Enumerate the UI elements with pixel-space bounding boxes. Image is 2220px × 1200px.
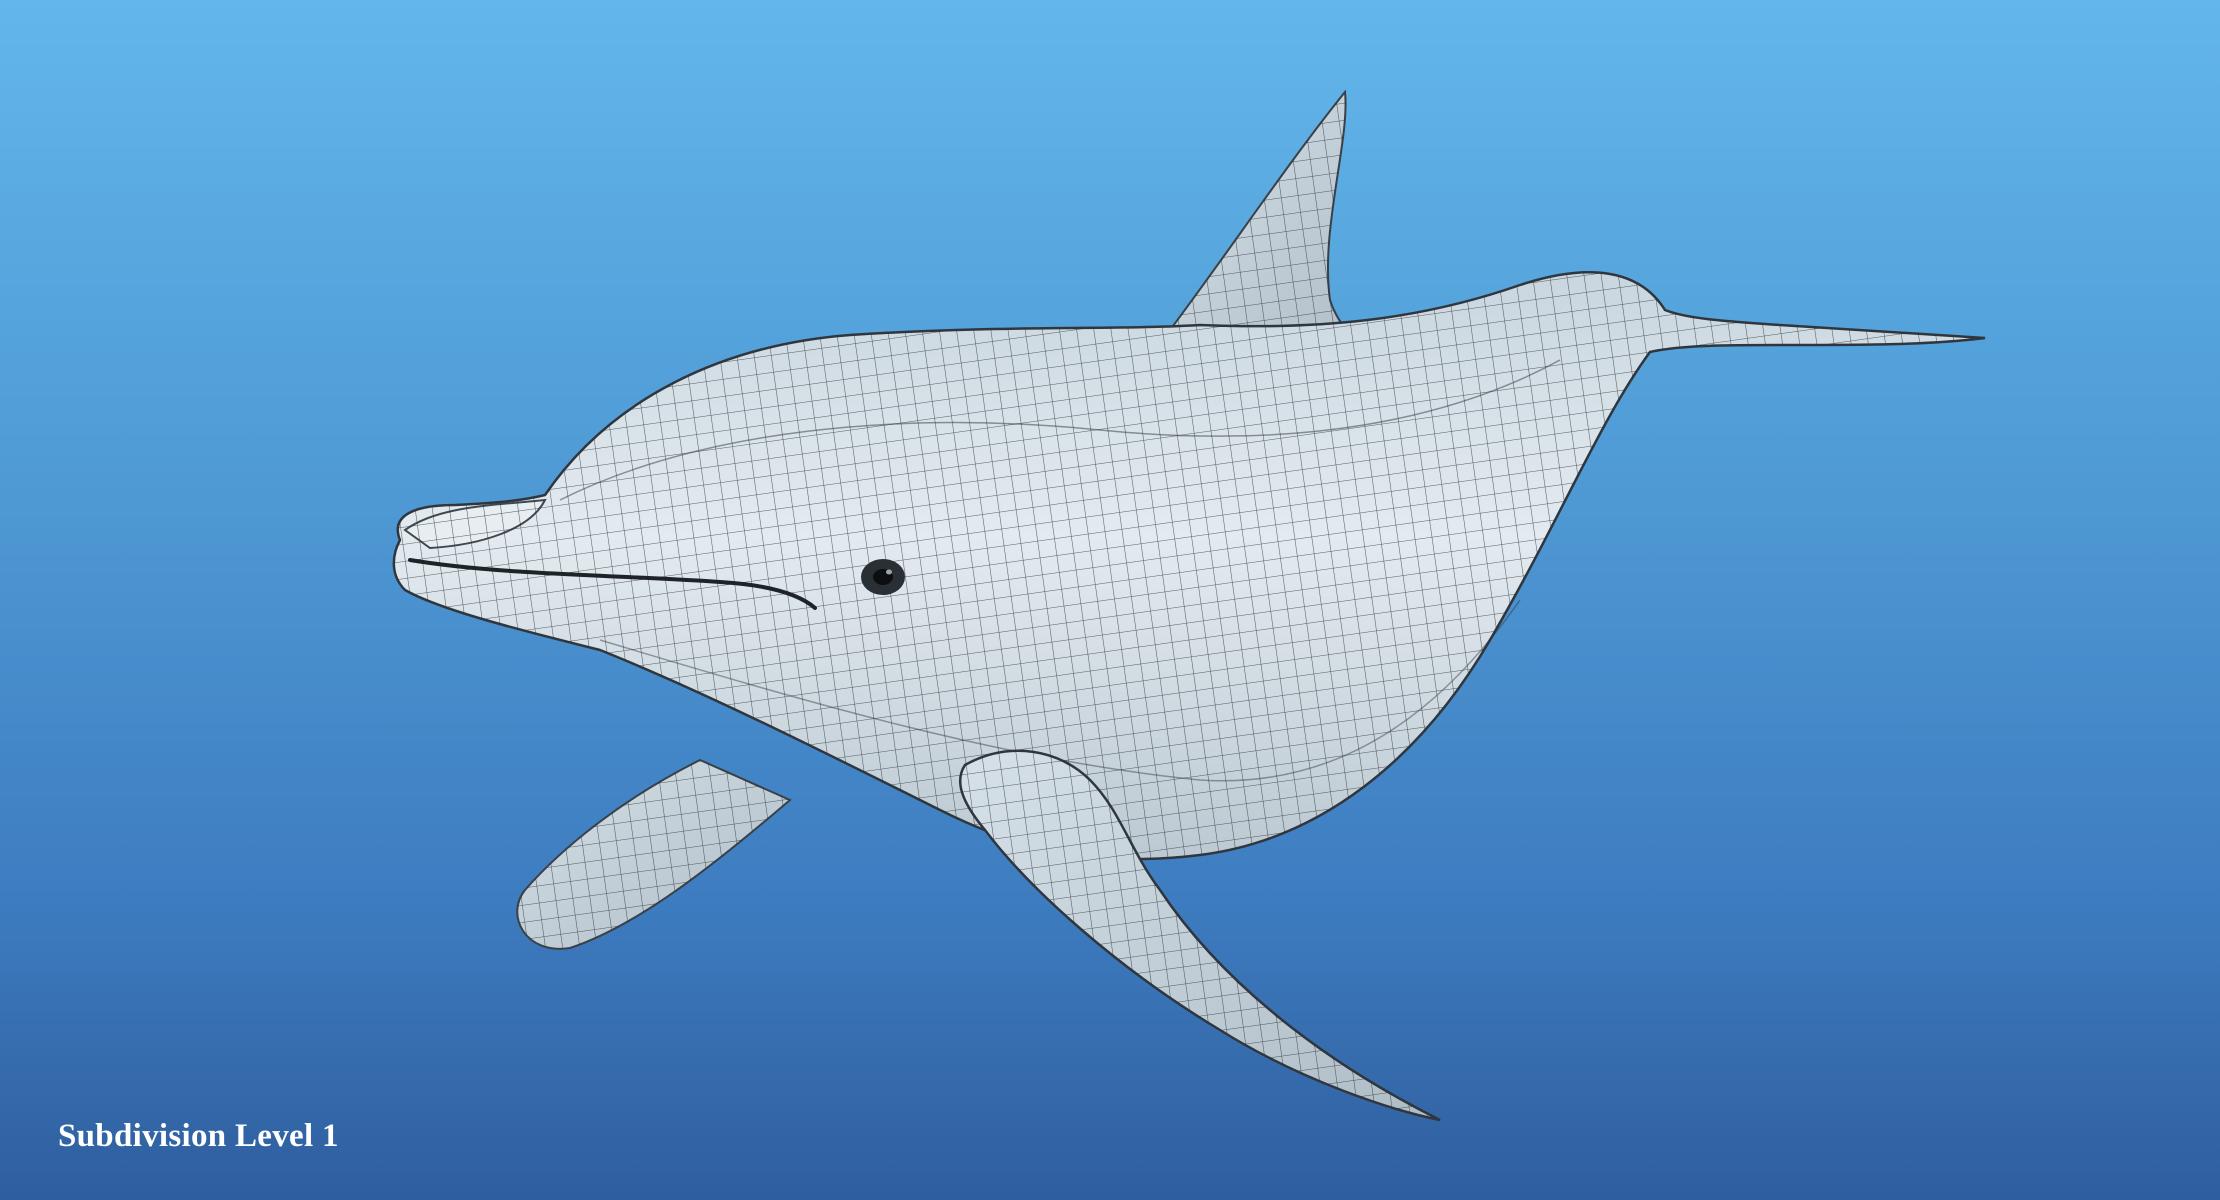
dolphin-wireframe-render	[392, 89, 1986, 1122]
left-pectoral-fin	[516, 758, 792, 950]
render-viewport: Subdivision Level 1	[0, 0, 2220, 1200]
dolphin-body	[392, 271, 1986, 861]
subdivision-level-caption: Subdivision Level 1	[58, 1118, 339, 1154]
dorsal-fin	[1168, 89, 1381, 353]
